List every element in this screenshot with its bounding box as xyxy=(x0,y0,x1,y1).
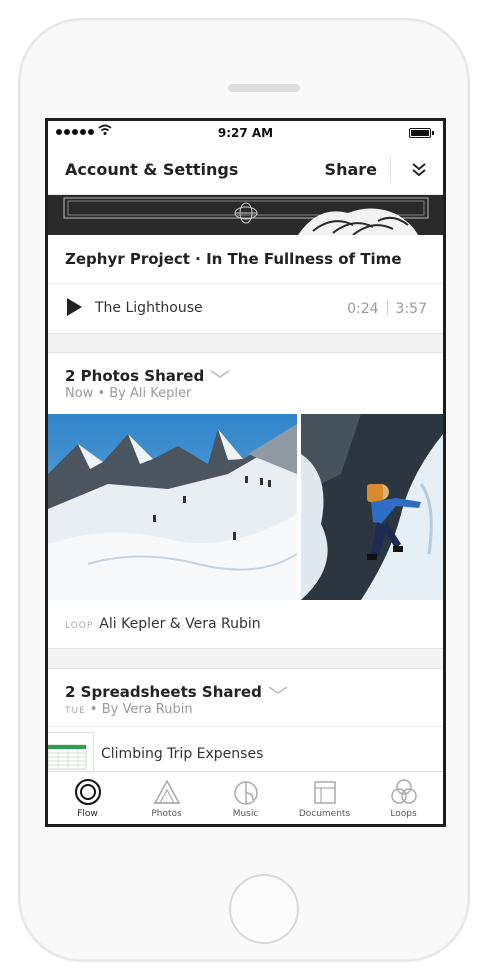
collapse-chevron-icon[interactable] xyxy=(410,159,428,179)
photos-icon xyxy=(153,779,180,804)
spreadsheets-shared-card: 2 Spreadsheets Shared TUE • By Vera Rubi… xyxy=(48,668,443,778)
chevron-down-icon[interactable] xyxy=(268,680,288,698)
play-icon[interactable] xyxy=(66,298,82,316)
track-title[interactable]: The Lighthouse xyxy=(95,300,203,316)
status-time: 9:27 AM xyxy=(217,126,274,140)
tab-label: Documents xyxy=(298,809,351,819)
divider xyxy=(48,283,443,284)
nav-bar: Account & Settings Share xyxy=(48,145,443,195)
spreadsheet-file-name[interactable]: Climbing Trip Expenses xyxy=(101,746,263,762)
track-time: 0:24 3:57 xyxy=(347,300,427,317)
tab-label: Loops xyxy=(390,809,417,819)
tab-music[interactable]: Music xyxy=(206,772,285,824)
tab-documents[interactable]: Documents xyxy=(285,772,364,824)
tab-label: Music xyxy=(232,809,259,819)
sheets-card-meta: TUE • By Vera Rubin xyxy=(65,702,193,717)
loop-tag: LOOP xyxy=(65,621,94,631)
photo-ice-climber[interactable] xyxy=(301,414,443,600)
sheets-card-title[interactable]: 2 Spreadsheets Shared xyxy=(65,680,288,701)
track-duration: 3:57 xyxy=(395,301,427,317)
flow-icon xyxy=(74,779,101,805)
photos-card-meta: Now • By Ali Kepler xyxy=(65,386,192,401)
tab-flow[interactable]: Flow xyxy=(48,772,127,824)
share-button[interactable]: Share xyxy=(325,160,377,179)
tab-photos[interactable]: Photos xyxy=(127,772,206,824)
divider xyxy=(48,726,443,727)
tab-loops[interactable]: Loops xyxy=(364,772,443,824)
home-button[interactable] xyxy=(229,874,299,944)
nav-divider xyxy=(390,157,391,183)
phone-speaker xyxy=(228,84,300,92)
loops-icon xyxy=(390,779,417,804)
photos-shared-card: 2 Photos Shared Now • By Ali Kepler LOOP… xyxy=(48,352,443,649)
spreadsheet-icon[interactable] xyxy=(48,732,94,776)
album-title[interactable]: Zephyr Project · In The Fullness of Time xyxy=(65,250,402,268)
status-bar: 9:27 AM xyxy=(48,121,443,145)
music-icon xyxy=(233,781,258,805)
track-elapsed: 0:24 xyxy=(347,301,379,317)
battery-icon xyxy=(409,128,434,138)
photo-mountain-climbers[interactable] xyxy=(48,414,297,600)
tab-label: Photos xyxy=(151,809,182,819)
chevron-down-icon[interactable] xyxy=(210,364,230,382)
album-art-banner xyxy=(48,195,443,235)
photos-card-title[interactable]: 2 Photos Shared xyxy=(65,364,230,385)
loop-members[interactable]: LOOP Ali Kepler & Vera Rubin xyxy=(65,616,261,632)
app-screen: 9:27 AM Account & Settings Share Zephyr … xyxy=(45,118,446,827)
documents-icon xyxy=(313,781,336,804)
account-settings-link[interactable]: Account & Settings xyxy=(65,160,238,179)
album-card: Zephyr Project · In The Fullness of Time… xyxy=(48,235,443,334)
tab-bar: Flow Photos Music Documents Loops xyxy=(48,771,443,824)
tab-label: Flow xyxy=(77,809,98,819)
